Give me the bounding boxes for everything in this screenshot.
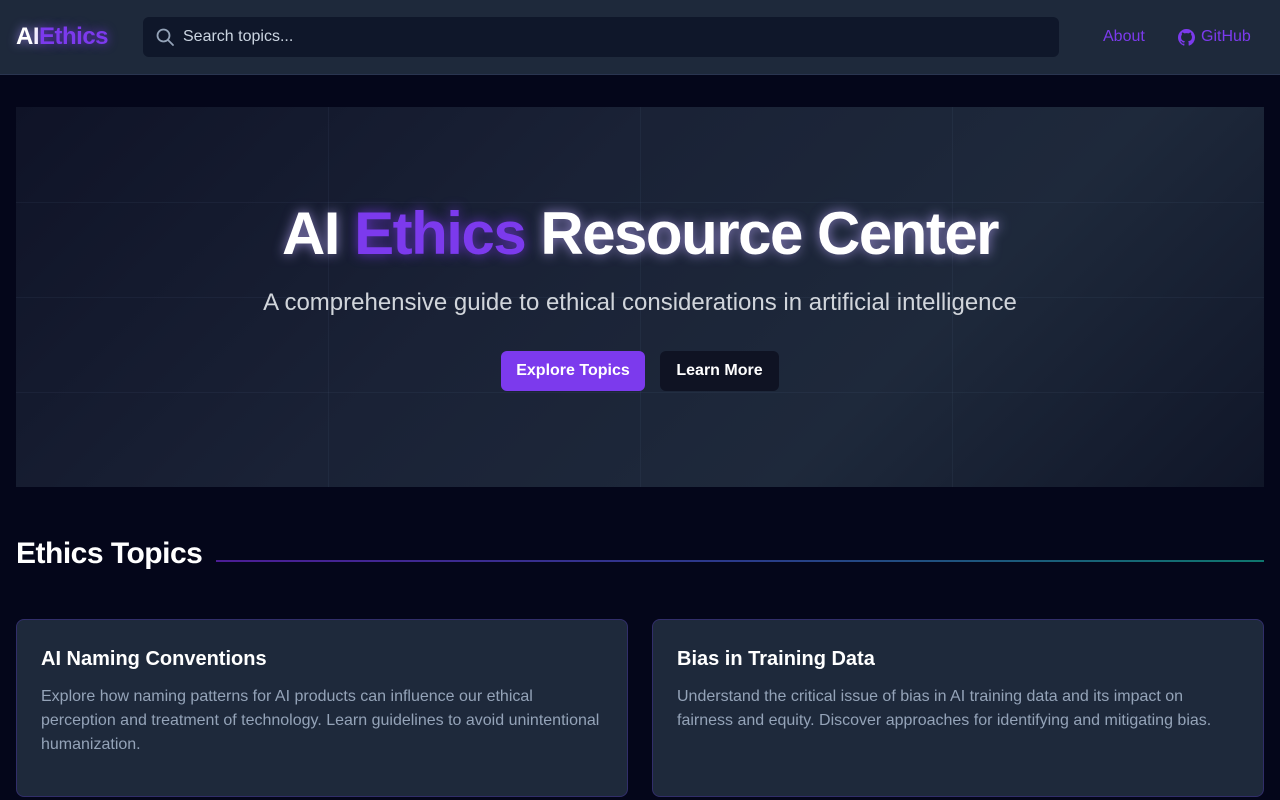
section-divider xyxy=(216,560,1264,562)
topic-card-description: Understand the critical issue of bias in… xyxy=(677,688,1212,729)
search-bar[interactable] xyxy=(143,17,1059,57)
topic-card[interactable]: AI Naming Conventions Explore how naming… xyxy=(16,619,628,797)
search-icon xyxy=(156,28,174,46)
hero-grid-line xyxy=(16,392,1264,393)
nav-github-link[interactable]: GitHub xyxy=(1178,27,1251,47)
topic-card-title: AI Naming Conventions xyxy=(41,648,267,670)
hero-title-rest: Resource Center xyxy=(540,200,999,267)
hero-section: AI Ethics Resource Center A comprehensiv… xyxy=(16,107,1264,487)
search-input[interactable] xyxy=(183,17,1043,57)
section-title: Ethics Topics xyxy=(16,537,203,570)
nav-github-label: GitHub xyxy=(1201,28,1251,45)
topic-card[interactable]: Bias in Training Data Understand the cri… xyxy=(652,619,1264,797)
logo-text-ai: AI xyxy=(16,23,40,50)
topic-card-title: Bias in Training Data xyxy=(677,648,875,670)
nav-about-link[interactable]: About xyxy=(1103,27,1145,47)
hero-title: AI Ethics Resource Center xyxy=(16,199,1264,269)
logo-text-ethics: Ethics xyxy=(39,23,109,50)
site-header: AIEthics About GitHub xyxy=(0,0,1280,75)
hero-title-ai: AI xyxy=(281,200,341,267)
github-icon xyxy=(1178,28,1195,46)
topic-card-description: Explore how naming patterns for AI produ… xyxy=(41,688,600,753)
hero-subtitle: A comprehensive guide to ethical conside… xyxy=(263,289,1017,316)
site-logo[interactable]: AIEthics xyxy=(16,22,109,52)
explore-topics-button[interactable]: Explore Topics xyxy=(501,351,645,391)
learn-more-button[interactable]: Learn More xyxy=(660,351,779,391)
hero-title-ethics: Ethics xyxy=(354,200,527,267)
